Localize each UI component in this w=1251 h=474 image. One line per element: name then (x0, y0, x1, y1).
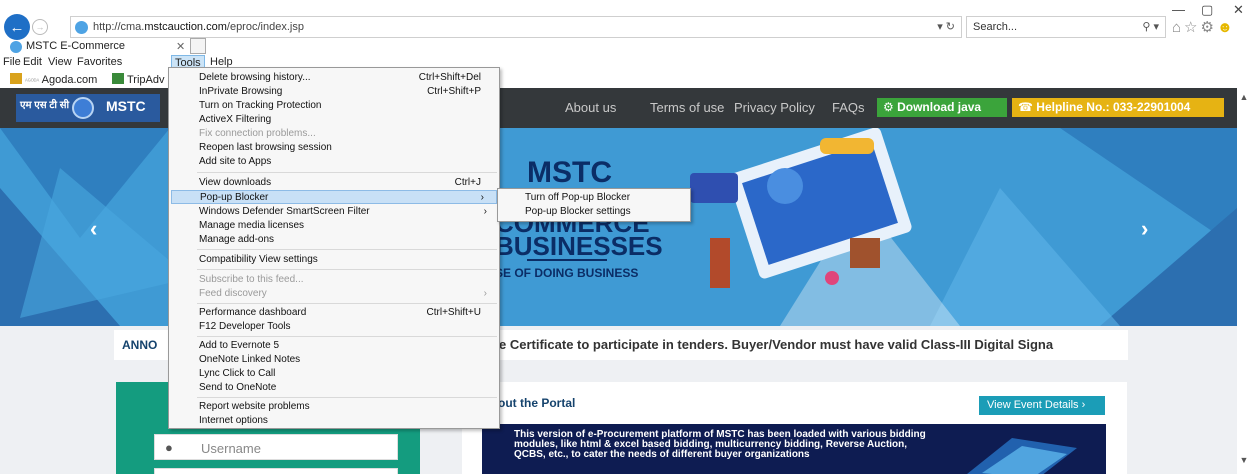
forward-button[interactable]: → (32, 19, 48, 35)
arrow-right-icon: → (35, 22, 45, 32)
back-button[interactable]: ← (4, 14, 30, 40)
menu-activex-filtering[interactable]: ActiveX Filtering (169, 113, 499, 127)
browser-tab[interactable]: MSTC E-Commerce ✕ (8, 40, 188, 54)
menu-separator (197, 336, 497, 337)
menu-manage-media-licenses[interactable]: Manage media licenses (169, 219, 499, 233)
banner-tagline: SE OF DOING BUSINESS (495, 266, 639, 280)
address-url[interactable]: http://cma.mstcauction.com/eproc/index.j… (93, 21, 304, 33)
search-icon[interactable]: ⚲ ▾ (1142, 20, 1159, 33)
portal-title: out the Portal (498, 396, 576, 410)
maximize-button[interactable]: ▢ (1201, 2, 1213, 18)
menu-report-website-problems[interactable]: Report website problems (169, 400, 499, 414)
search-box[interactable]: Search... ⚲ ▾ (966, 16, 1166, 38)
menu-f12-developer-tools[interactable]: F12 Developer Tools (169, 320, 499, 334)
menu-view[interactable]: View (45, 55, 75, 69)
menu-separator (197, 397, 497, 398)
portal-description: This version of e-Procurement platform o… (514, 429, 926, 460)
announcement-text: e Certificate to participate in tenders.… (499, 337, 1054, 352)
chevron-right-icon: › (483, 206, 487, 217)
menu-inprivate-browsing[interactable]: InPrivate Browsing Ctrl+Shift+P (169, 85, 499, 99)
chevron-right-icon: › (480, 192, 484, 203)
mstc-logo[interactable]: एम एस टी सी MSTC (16, 94, 160, 122)
chevron-right-icon: › (483, 288, 487, 299)
username-placeholder: Username (201, 441, 261, 456)
carousel-prev-icon[interactable]: ‹ (90, 216, 97, 242)
menu-subscribe-feed: Subscribe to this feed... (199, 274, 304, 285)
about-portal-card: out the Portal View Event Details › This… (462, 382, 1127, 474)
refresh-icon[interactable]: ▾ ↻ (937, 20, 955, 33)
menu-favorites[interactable]: Favorites (74, 55, 125, 69)
menu-lync-click-to-call[interactable]: Lync Click to Call (169, 367, 499, 381)
menu-tracking-protection[interactable]: Turn on Tracking Protection (169, 99, 499, 113)
arrow-left-icon: ← (9, 18, 25, 36)
favorites-star-icon (10, 73, 22, 84)
menu-reopen-session[interactable]: Reopen last browsing session (169, 141, 499, 155)
popup-blocker-submenu: Turn off Pop-up Blocker Pop-up Blocker s… (497, 188, 691, 222)
menu-separator (197, 303, 497, 304)
username-field[interactable]: ● Username (154, 434, 398, 460)
menu-onenote-linked-notes[interactable]: OneNote Linked Notes (169, 353, 499, 367)
password-field[interactable] (154, 468, 398, 474)
menu-add-to-evernote[interactable]: Add to Evernote 5 (169, 339, 499, 353)
tab-title: MSTC E-Commerce (26, 40, 126, 52)
new-tab-button[interactable] (190, 38, 206, 54)
menu-separator (197, 249, 497, 250)
nav-faqs[interactable]: FAQs (832, 100, 865, 115)
menu-edit[interactable]: Edit (20, 55, 45, 69)
menu-view-downloads[interactable]: View downloads Ctrl+J (169, 176, 499, 190)
scrollbar-up-arrow[interactable]: ▲ (1237, 92, 1251, 104)
menu-smartscreen-filter[interactable]: Windows Defender SmartScreen Filter › (169, 205, 499, 219)
nav-terms-of-use[interactable]: Terms of use (650, 100, 724, 115)
banner-title: MSTC (527, 156, 612, 189)
menu-popup-blocker-settings[interactable]: Pop-up Blocker settings (525, 206, 631, 217)
view-event-details-button[interactable]: View Event Details › (979, 396, 1105, 415)
menu-manage-addons[interactable]: Manage add-ons (169, 233, 499, 247)
menu-compatibility-view[interactable]: Compatibility View settings (169, 253, 499, 267)
tab-close-icon[interactable]: ✕ (176, 40, 185, 53)
smiley-feedback-icon[interactable]: ☻ (1217, 19, 1236, 36)
menu-internet-options[interactable]: Internet options (169, 414, 499, 428)
portal-description-box: This version of e-Procurement platform o… (482, 424, 1106, 474)
menu-popup-blocker[interactable]: Pop-up Blocker › (171, 190, 497, 204)
carousel-next-icon[interactable]: › (1141, 216, 1148, 242)
user-icon: ● (165, 440, 173, 455)
globe-logo-icon (72, 97, 94, 119)
nav-about-us[interactable]: About us (565, 100, 616, 115)
announcement-label: ANNO (122, 338, 158, 352)
address-bar[interactable]: http://cma.mstcauction.com/eproc/index.j… (70, 16, 962, 38)
banner-divider (527, 259, 607, 261)
menu-turn-off-popup-blocker[interactable]: Turn off Pop-up Blocker (525, 192, 630, 203)
ie-tab-icon (10, 41, 22, 53)
favorite-agoda[interactable]: ᴬᴳᴼᴰᴬ Agoda.com (10, 73, 97, 86)
scrollbar-down-arrow[interactable]: ▼ (1237, 455, 1251, 467)
logo-hindi-text: एम एस टी सी (20, 100, 70, 111)
menu-fix-connection: Fix connection problems... (199, 128, 316, 139)
menu-delete-browsing-history[interactable]: Delete browsing history... Ctrl+Shift+Del (169, 71, 499, 85)
download-java-button[interactable]: ⚙ Download java (877, 98, 1007, 117)
favorite-tripadvisor[interactable]: TripAdv (112, 73, 165, 86)
portal-illustration (967, 438, 1077, 474)
tripadvisor-icon (112, 73, 124, 84)
search-placeholder: Search... (973, 21, 1018, 33)
menu-performance-dashboard[interactable]: Performance dashboard Ctrl+Shift+U (169, 306, 499, 320)
menu-feed-discovery: Feed discovery › (199, 288, 487, 299)
banner-line-businesses: BUSINESSES (495, 231, 663, 261)
home-star-gear-icons[interactable]: ⌂☆⚙ (1172, 19, 1217, 36)
nav-privacy-policy[interactable]: Privacy Policy (734, 100, 815, 115)
ie-page-icon (75, 21, 88, 34)
helpline-button[interactable]: ☎ Helpline No.: 033-22901004 (1012, 98, 1224, 117)
toolbar-icons[interactable]: ⌂☆⚙☻ (1172, 18, 1236, 36)
menu-send-to-onenote[interactable]: Send to OneNote (169, 381, 499, 395)
menu-separator (197, 172, 497, 173)
tools-dropdown-menu: Delete browsing history... Ctrl+Shift+Del… (168, 67, 500, 429)
minimize-button[interactable]: — (1172, 2, 1185, 17)
close-window-button[interactable]: ✕ (1233, 2, 1244, 18)
logo-text: MSTC (106, 98, 146, 114)
menu-add-site-to-apps[interactable]: Add site to Apps (169, 155, 499, 169)
menu-separator (197, 269, 497, 270)
